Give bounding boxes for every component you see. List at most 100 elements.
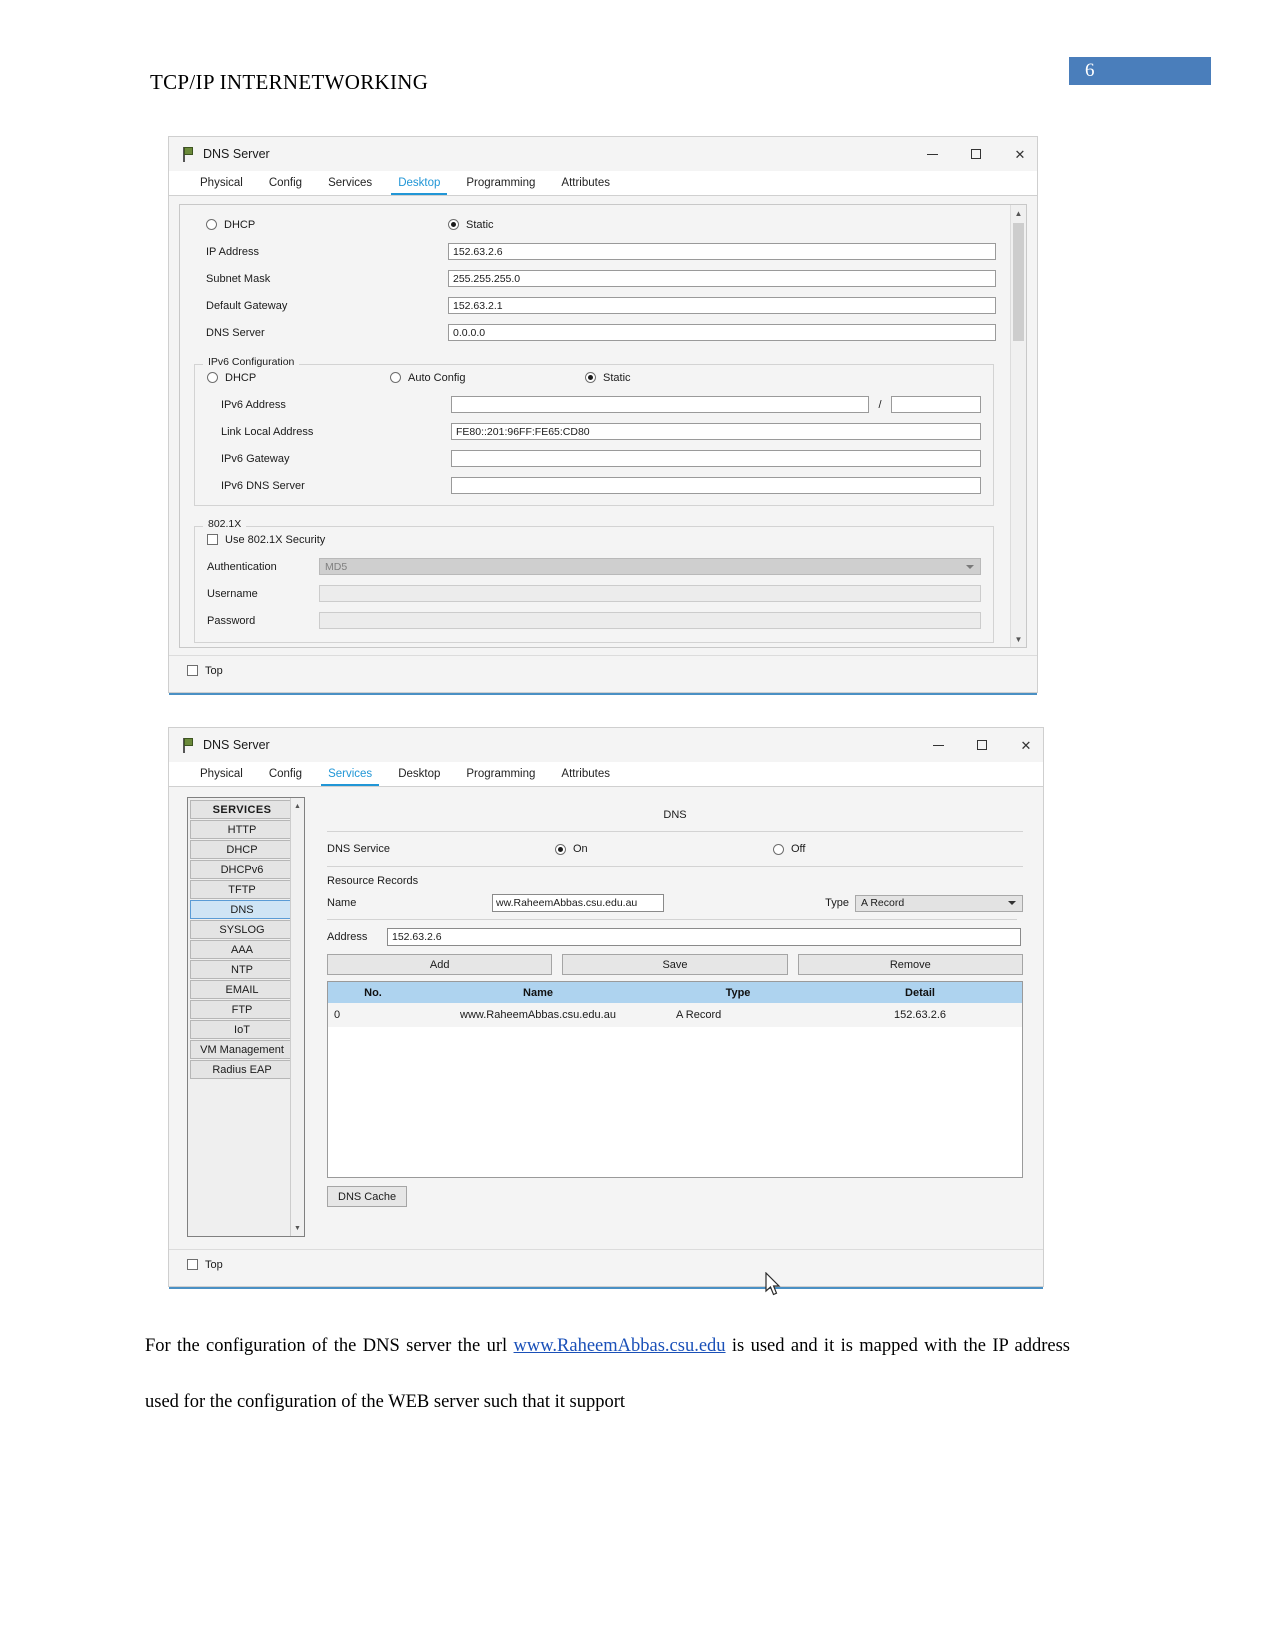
minimize-icon[interactable] xyxy=(925,147,939,161)
remove-button[interactable]: Remove xyxy=(797,954,1023,975)
dns-service-on-option[interactable]: On xyxy=(555,843,773,855)
username-input[interactable] xyxy=(319,585,981,602)
packet-tracer-flag-icon xyxy=(181,146,195,162)
dns-off-radio[interactable] xyxy=(773,843,784,855)
ipv6-gateway-label: IPv6 Gateway xyxy=(221,452,290,465)
record-name-input[interactable]: ww.RaheemAbbas.csu.edu.au xyxy=(492,894,664,912)
dns-service-off-option[interactable]: Off xyxy=(773,843,1023,855)
service-item-http[interactable]: HTTP xyxy=(190,820,294,839)
tab-desktop[interactable]: Desktop xyxy=(385,171,453,195)
record-action-buttons: Add Save Remove xyxy=(327,954,1023,975)
tab-config[interactable]: Config xyxy=(256,762,315,786)
top-checkbox[interactable] xyxy=(187,665,198,676)
password-input[interactable] xyxy=(319,612,981,629)
ip-config-scrollbar[interactable]: ▲ ▼ xyxy=(1010,205,1026,647)
ipv6-dhcp-option[interactable]: DHCP xyxy=(195,372,390,384)
service-item-dns[interactable]: DNS xyxy=(190,900,294,919)
ipv4-dhcp-option[interactable]: DHCP xyxy=(180,219,448,231)
service-item-email[interactable]: EMAIL xyxy=(190,980,294,999)
close-icon[interactable]: ✕ xyxy=(1013,147,1027,161)
ipv6-autoconfig-radio[interactable] xyxy=(390,372,401,383)
dns-server-label: DNS Server xyxy=(206,326,265,339)
save-button[interactable]: Save xyxy=(562,954,788,975)
dns-on-radio[interactable] xyxy=(555,843,566,855)
service-item-vm-management[interactable]: VM Management xyxy=(190,1040,294,1059)
tab-physical[interactable]: Physical xyxy=(187,171,256,195)
tab-attributes[interactable]: Attributes xyxy=(548,171,623,195)
window1-footer: Top xyxy=(169,655,1037,685)
ipv6-gateway-input[interactable] xyxy=(451,450,981,467)
service-item-dhcp[interactable]: DHCP xyxy=(190,840,294,859)
maximize-icon[interactable] xyxy=(969,147,983,161)
services-list-scrollbar[interactable]: ▲ ▼ xyxy=(290,798,304,1236)
scroll-up-arrow[interactable]: ▲ xyxy=(291,798,304,814)
use-dot1x-security-option[interactable]: Use 802.1X Security xyxy=(195,534,325,546)
link-local-address-label: Link Local Address xyxy=(221,425,314,438)
ipv6-address-input[interactable] xyxy=(451,396,869,413)
service-item-dhcpv6[interactable]: DHCPv6 xyxy=(190,860,294,879)
ipv6-prefix-input[interactable] xyxy=(891,396,981,413)
ipv6-static-option[interactable]: Static xyxy=(585,372,993,384)
service-item-iot[interactable]: IoT xyxy=(190,1020,294,1039)
scroll-down-arrow[interactable]: ▼ xyxy=(1011,631,1026,647)
ipv6-dhcp-radio[interactable] xyxy=(207,372,218,383)
scroll-up-arrow[interactable]: ▲ xyxy=(1011,205,1026,221)
scrollbar-thumb[interactable] xyxy=(1013,223,1024,341)
paragraph-link[interactable]: www.RaheemAbbas.csu.edu xyxy=(514,1336,726,1356)
subnet-mask-input[interactable]: 255.255.255.0 xyxy=(448,270,996,287)
window2-footer: Top xyxy=(169,1249,1043,1279)
ipv4-dhcp-label: DHCP xyxy=(224,218,256,231)
authentication-value: MD5 xyxy=(325,560,348,573)
default-gateway-input[interactable]: 152.63.2.1 xyxy=(448,297,996,314)
ipv6-autoconfig-option[interactable]: Auto Config xyxy=(390,372,585,384)
column-header-name: Name xyxy=(523,986,553,999)
tab-desktop[interactable]: Desktop xyxy=(385,762,453,786)
scroll-down-arrow[interactable]: ▼ xyxy=(291,1220,304,1236)
dns-cache-button[interactable]: DNS Cache xyxy=(327,1186,408,1207)
dns-records-table-header: No. Name Type Detail xyxy=(328,982,1022,1003)
resource-records-label: Resource Records xyxy=(327,875,419,887)
dns-records-table: No. Name Type Detail 0 www.RaheemAbbas.c… xyxy=(327,981,1023,1178)
ipv6-dns-server-input[interactable] xyxy=(451,477,981,494)
record-address-input[interactable]: 152.63.2.6 xyxy=(387,928,1021,946)
minimize-icon[interactable] xyxy=(931,738,945,752)
tab-programming[interactable]: Programming xyxy=(453,171,548,195)
ipv4-static-option[interactable]: Static xyxy=(448,219,1008,231)
column-header-no: No. xyxy=(364,986,382,999)
ipv6-configuration-title: IPv6 Configuration xyxy=(203,356,300,368)
paragraph-text-before-link: For the configuration of the DNS server … xyxy=(145,1336,514,1356)
record-type-dropdown[interactable]: A Record xyxy=(855,894,1023,912)
service-item-ntp[interactable]: NTP xyxy=(190,960,294,979)
top-checkbox[interactable] xyxy=(187,1259,198,1270)
tab-services[interactable]: Services xyxy=(315,171,385,195)
service-item-syslog[interactable]: SYSLOG xyxy=(190,920,294,939)
tab-physical[interactable]: Physical xyxy=(187,762,256,786)
ipv4-dhcp-radio[interactable] xyxy=(206,219,217,230)
service-item-ftp[interactable]: FTP xyxy=(190,1000,294,1019)
username-label: Username xyxy=(207,587,258,600)
ip-address-input[interactable]: 152.63.2.6 xyxy=(448,243,996,260)
ipv6-static-radio[interactable] xyxy=(585,372,596,383)
service-item-radius-eap[interactable]: Radius EAP xyxy=(190,1060,294,1079)
tab-config[interactable]: Config xyxy=(256,171,315,195)
close-icon[interactable]: ✕ xyxy=(1019,738,1033,752)
services-list-header: SERVICES xyxy=(190,800,294,819)
tab-services[interactable]: Services xyxy=(315,762,385,786)
tab-attributes[interactable]: Attributes xyxy=(548,762,623,786)
service-item-aaa[interactable]: AAA xyxy=(190,940,294,959)
link-local-address-input[interactable]: FE80::201:96FF:FE65:CD80 xyxy=(451,423,981,440)
add-button[interactable]: Add xyxy=(327,954,553,975)
dns-panel-heading: DNS xyxy=(663,809,687,821)
tab-programming[interactable]: Programming xyxy=(453,762,548,786)
maximize-icon[interactable] xyxy=(975,738,989,752)
dns-server-input[interactable]: 0.0.0.0 xyxy=(448,324,996,341)
service-item-tftp[interactable]: TFTP xyxy=(190,880,294,899)
record-address-label: Address xyxy=(327,931,368,943)
authentication-dropdown[interactable]: MD5 xyxy=(319,558,981,575)
ipv4-static-radio[interactable] xyxy=(448,219,459,230)
column-header-type: Type xyxy=(725,986,751,999)
table-row[interactable]: 0 www.RaheemAbbas.csu.edu.au A Record 15… xyxy=(328,1003,1022,1027)
use-dot1x-checkbox[interactable] xyxy=(207,534,218,545)
cell-type: A Record xyxy=(676,1009,722,1021)
mouse-cursor-icon xyxy=(765,1272,781,1296)
